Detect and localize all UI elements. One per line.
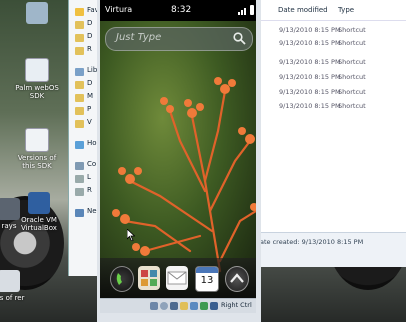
phone-screen: Virtura 8:32 Just Type 13 [100, 0, 256, 298]
status-bar: Virtura 8:32 [100, 0, 256, 21]
date-created-text: ate created: 9/13/2010 8:15 PM [260, 238, 364, 246]
column-header-row: Date modified Type [258, 0, 406, 21]
shared-folder-icon[interactable] [180, 302, 188, 310]
table-row[interactable]: 9/13/2010 8:15 PM Shortcut [258, 24, 406, 37]
drive-icon [75, 175, 84, 183]
flower-wallpaper [100, 21, 256, 298]
table-row[interactable]: 9/13/2010 8:15 PM Shortcut [258, 86, 406, 99]
music-icon [75, 94, 84, 102]
mouse-integration-icon[interactable] [200, 302, 208, 310]
computer-icon [75, 162, 84, 170]
table-row[interactable]: 9/13/2010 8:15 PM Shortcut [258, 71, 406, 84]
phone-app-icon[interactable] [110, 266, 134, 292]
folder-icon [75, 34, 84, 42]
drive-icon [75, 188, 84, 196]
library-icon [75, 68, 84, 76]
vm-status-bar: Right Ctrl [100, 298, 256, 313]
webos-sdk-icon[interactable]: Palm webOS SDK [14, 58, 60, 100]
column-header-date[interactable]: Date modified [258, 6, 328, 14]
folder-icon [75, 47, 84, 55]
battery-icon [250, 5, 254, 15]
homegroup-icon [75, 141, 84, 149]
carrier-name: Virtura [105, 5, 133, 14]
table-row[interactable]: 9/13/2010 8:15 PM Shortcut [258, 100, 406, 113]
usb-icon[interactable] [170, 302, 178, 310]
search-placeholder: Just Type [116, 32, 162, 43]
clock: 8:32 [171, 5, 192, 15]
documents-icon [75, 81, 84, 89]
calendar-day: 13 [200, 275, 214, 286]
launcher-up-arrow-icon[interactable] [225, 266, 249, 292]
sdk-versions-icon[interactable]: Versions of this SDK [14, 128, 60, 170]
details-pane: ate created: 9/13/2010 8:15 PM [258, 232, 406, 267]
calendar-app-icon[interactable]: 13 [195, 266, 219, 292]
just-type-search-bar[interactable]: Just Type [105, 27, 253, 51]
table-row[interactable]: 9/13/2010 8:15 PM Shortcut [258, 37, 406, 50]
signal-icon [238, 8, 246, 15]
star-icon [75, 8, 84, 16]
search-icon[interactable] [233, 32, 246, 45]
quick-launch-bar: 13 [100, 258, 256, 298]
network-icon[interactable] [190, 302, 198, 310]
pictures-icon [75, 107, 84, 115]
hard-disk-icon[interactable] [150, 302, 158, 310]
folder-icon [75, 21, 84, 29]
email-app-icon[interactable] [166, 266, 188, 290]
mouse-cursor-icon [127, 229, 135, 241]
recycle-bin-icon[interactable] [14, 2, 60, 26]
optical-drive-icon[interactable] [160, 302, 168, 310]
contacts-app-icon[interactable] [138, 266, 160, 290]
explorer-window-file-list: Date modified Type 9/13/2010 8:15 PM Shor… [258, 0, 406, 266]
shortcut-icon[interactable]: els of rer [0, 270, 32, 302]
rays-icon[interactable]: rays [0, 198, 32, 230]
table-row[interactable]: 9/13/2010 8:15 PM Shortcut [258, 56, 406, 69]
keyboard-capture-icon[interactable] [210, 302, 218, 310]
videos-icon [75, 120, 84, 128]
network-icon [75, 209, 84, 217]
host-key-label: Right Ctrl [221, 301, 252, 309]
column-header-type[interactable]: Type [338, 6, 354, 14]
